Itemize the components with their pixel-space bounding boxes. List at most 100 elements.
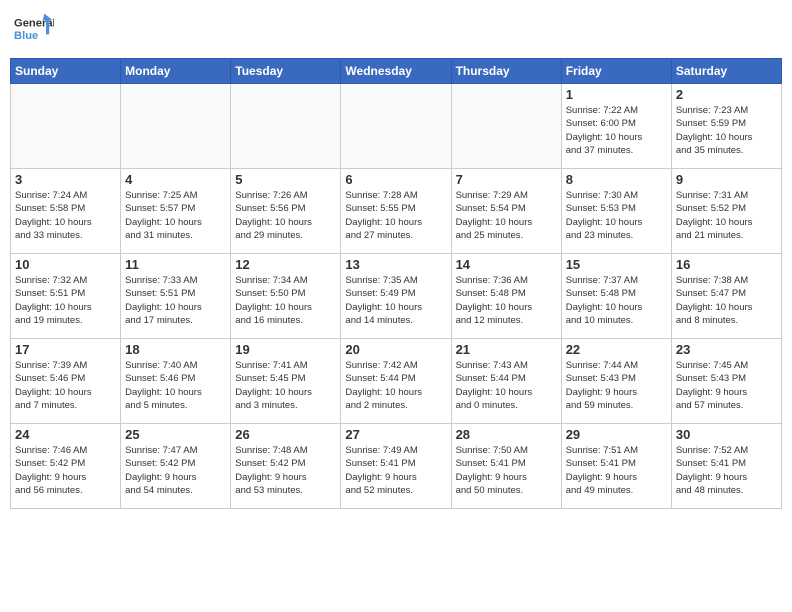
calendar-cell: 20 Sunrise: 7:42 AMSunset: 5:44 PMDayligh… bbox=[341, 339, 451, 424]
weekday-header-wednesday: Wednesday bbox=[341, 59, 451, 84]
day-number: 20 bbox=[345, 342, 446, 357]
day-info: Sunrise: 7:48 AMSunset: 5:42 PMDaylight:… bbox=[235, 444, 336, 497]
day-number: 15 bbox=[566, 257, 667, 272]
day-number: 26 bbox=[235, 427, 336, 442]
page-header: General Blue bbox=[10, 10, 782, 50]
day-info: Sunrise: 7:51 AMSunset: 5:41 PMDaylight:… bbox=[566, 444, 667, 497]
day-number: 7 bbox=[456, 172, 557, 187]
day-number: 27 bbox=[345, 427, 446, 442]
day-number: 6 bbox=[345, 172, 446, 187]
calendar-cell: 10Sunrise: 7:32 AMSunset: 5:51 PMDayligh… bbox=[11, 254, 121, 339]
day-info: Sunrise: 7:50 AMSunset: 5:41 PMDaylight:… bbox=[456, 444, 557, 497]
day-number: 3 bbox=[15, 172, 116, 187]
day-number: 13 bbox=[345, 257, 446, 272]
day-info: Sunrise: 7:28 AMSunset: 5:55 PMDaylight:… bbox=[345, 189, 446, 242]
day-info: Sunrise: 7:30 AMSunset: 5:53 PMDaylight:… bbox=[566, 189, 667, 242]
day-info: Sunrise: 7:29 AMSunset: 5:54 PMDaylight:… bbox=[456, 189, 557, 242]
calendar-cell: 22 Sunrise: 7:44 AMSunset: 5:43 PMDayligh… bbox=[561, 339, 671, 424]
day-number: 23 bbox=[676, 342, 777, 357]
calendar-cell: 12 Sunrise: 7:34 AMSunset: 5:50 PMDayligh… bbox=[231, 254, 341, 339]
weekday-header-row: SundayMondayTuesdayWednesdayThursdayFrid… bbox=[11, 59, 782, 84]
calendar-cell bbox=[231, 84, 341, 169]
day-number: 22 bbox=[566, 342, 667, 357]
day-number: 5 bbox=[235, 172, 336, 187]
calendar-cell: 27 Sunrise: 7:49 AMSunset: 5:41 PMDayligh… bbox=[341, 424, 451, 509]
day-number: 14 bbox=[456, 257, 557, 272]
day-info: Sunrise: 7:24 AMSunset: 5:58 PMDaylight:… bbox=[15, 189, 116, 242]
calendar-cell: 30Sunrise: 7:52 AMSunset: 5:41 PMDayligh… bbox=[671, 424, 781, 509]
day-info: Sunrise: 7:41 AMSunset: 5:45 PMDaylight:… bbox=[235, 359, 336, 412]
calendar-cell: 2 Sunrise: 7:23 AMSunset: 5:59 PMDaylight… bbox=[671, 84, 781, 169]
day-info: Sunrise: 7:26 AMSunset: 5:56 PMDaylight:… bbox=[235, 189, 336, 242]
day-number: 17 bbox=[15, 342, 116, 357]
day-info: Sunrise: 7:37 AMSunset: 5:48 PMDaylight:… bbox=[566, 274, 667, 327]
calendar-cell bbox=[121, 84, 231, 169]
day-number: 16 bbox=[676, 257, 777, 272]
logo: General Blue bbox=[14, 10, 54, 50]
calendar-cell: 16Sunrise: 7:38 AMSunset: 5:47 PMDayligh… bbox=[671, 254, 781, 339]
day-number: 12 bbox=[235, 257, 336, 272]
calendar-cell: 26 Sunrise: 7:48 AMSunset: 5:42 PMDayligh… bbox=[231, 424, 341, 509]
day-number: 25 bbox=[125, 427, 226, 442]
logo-svg: General Blue bbox=[14, 10, 54, 50]
day-info: Sunrise: 7:34 AMSunset: 5:50 PMDaylight:… bbox=[235, 274, 336, 327]
day-number: 2 bbox=[676, 87, 777, 102]
day-number: 18 bbox=[125, 342, 226, 357]
day-info: Sunrise: 7:23 AMSunset: 5:59 PMDaylight:… bbox=[676, 104, 777, 157]
calendar-cell: 24Sunrise: 7:46 AMSunset: 5:42 PMDayligh… bbox=[11, 424, 121, 509]
calendar-cell: 29 Sunrise: 7:51 AMSunset: 5:41 PMDayligh… bbox=[561, 424, 671, 509]
calendar-cell: 5 Sunrise: 7:26 AMSunset: 5:56 PMDaylight… bbox=[231, 169, 341, 254]
day-info: Sunrise: 7:33 AMSunset: 5:51 PMDaylight:… bbox=[125, 274, 226, 327]
calendar-cell: 25 Sunrise: 7:47 AMSunset: 5:42 PMDayligh… bbox=[121, 424, 231, 509]
calendar-cell: 15 Sunrise: 7:37 AMSunset: 5:48 PMDayligh… bbox=[561, 254, 671, 339]
calendar-cell: 9 Sunrise: 7:31 AMSunset: 5:52 PMDaylight… bbox=[671, 169, 781, 254]
calendar-week-1: 1 Sunrise: 7:22 AMSunset: 6:00 PMDaylight… bbox=[11, 84, 782, 169]
day-info: Sunrise: 7:32 AMSunset: 5:51 PMDaylight:… bbox=[15, 274, 116, 327]
day-number: 4 bbox=[125, 172, 226, 187]
day-info: Sunrise: 7:47 AMSunset: 5:42 PMDaylight:… bbox=[125, 444, 226, 497]
svg-text:Blue: Blue bbox=[14, 30, 38, 42]
day-number: 21 bbox=[456, 342, 557, 357]
calendar-cell: 19 Sunrise: 7:41 AMSunset: 5:45 PMDayligh… bbox=[231, 339, 341, 424]
calendar-cell bbox=[451, 84, 561, 169]
weekday-header-monday: Monday bbox=[121, 59, 231, 84]
calendar-cell: 4Sunrise: 7:25 AMSunset: 5:57 PMDaylight… bbox=[121, 169, 231, 254]
day-info: Sunrise: 7:44 AMSunset: 5:43 PMDaylight:… bbox=[566, 359, 667, 412]
calendar-cell: 13 Sunrise: 7:35 AMSunset: 5:49 PMDayligh… bbox=[341, 254, 451, 339]
day-info: Sunrise: 7:45 AMSunset: 5:43 PMDaylight:… bbox=[676, 359, 777, 412]
day-info: Sunrise: 7:22 AMSunset: 6:00 PMDaylight:… bbox=[566, 104, 667, 157]
day-info: Sunrise: 7:52 AMSunset: 5:41 PMDaylight:… bbox=[676, 444, 777, 497]
calendar-week-2: 3 Sunrise: 7:24 AMSunset: 5:58 PMDaylight… bbox=[11, 169, 782, 254]
calendar-cell: 3 Sunrise: 7:24 AMSunset: 5:58 PMDaylight… bbox=[11, 169, 121, 254]
calendar-cell: 28 Sunrise: 7:50 AMSunset: 5:41 PMDayligh… bbox=[451, 424, 561, 509]
calendar-cell: 14 Sunrise: 7:36 AMSunset: 5:48 PMDayligh… bbox=[451, 254, 561, 339]
calendar-week-5: 24Sunrise: 7:46 AMSunset: 5:42 PMDayligh… bbox=[11, 424, 782, 509]
day-number: 8 bbox=[566, 172, 667, 187]
calendar-cell: 6 Sunrise: 7:28 AMSunset: 5:55 PMDaylight… bbox=[341, 169, 451, 254]
day-info: Sunrise: 7:42 AMSunset: 5:44 PMDaylight:… bbox=[345, 359, 446, 412]
calendar-cell: 23 Sunrise: 7:45 AMSunset: 5:43 PMDayligh… bbox=[671, 339, 781, 424]
calendar-cell: 8 Sunrise: 7:30 AMSunset: 5:53 PMDaylight… bbox=[561, 169, 671, 254]
day-number: 29 bbox=[566, 427, 667, 442]
calendar-table: SundayMondayTuesdayWednesdayThursdayFrid… bbox=[10, 58, 782, 509]
calendar-week-4: 17Sunrise: 7:39 AMSunset: 5:46 PMDayligh… bbox=[11, 339, 782, 424]
day-number: 28 bbox=[456, 427, 557, 442]
day-info: Sunrise: 7:35 AMSunset: 5:49 PMDaylight:… bbox=[345, 274, 446, 327]
calendar-cell: 7 Sunrise: 7:29 AMSunset: 5:54 PMDaylight… bbox=[451, 169, 561, 254]
calendar-cell: 21Sunrise: 7:43 AMSunset: 5:44 PMDayligh… bbox=[451, 339, 561, 424]
day-info: Sunrise: 7:49 AMSunset: 5:41 PMDaylight:… bbox=[345, 444, 446, 497]
calendar-cell: 11 Sunrise: 7:33 AMSunset: 5:51 PMDayligh… bbox=[121, 254, 231, 339]
day-number: 9 bbox=[676, 172, 777, 187]
day-number: 11 bbox=[125, 257, 226, 272]
day-info: Sunrise: 7:31 AMSunset: 5:52 PMDaylight:… bbox=[676, 189, 777, 242]
calendar-cell: 18Sunrise: 7:40 AMSunset: 5:46 PMDayligh… bbox=[121, 339, 231, 424]
weekday-header-saturday: Saturday bbox=[671, 59, 781, 84]
day-number: 19 bbox=[235, 342, 336, 357]
calendar-week-3: 10Sunrise: 7:32 AMSunset: 5:51 PMDayligh… bbox=[11, 254, 782, 339]
day-number: 1 bbox=[566, 87, 667, 102]
day-info: Sunrise: 7:46 AMSunset: 5:42 PMDaylight:… bbox=[15, 444, 116, 497]
weekday-header-thursday: Thursday bbox=[451, 59, 561, 84]
calendar-cell: 17Sunrise: 7:39 AMSunset: 5:46 PMDayligh… bbox=[11, 339, 121, 424]
calendar-cell bbox=[11, 84, 121, 169]
day-info: Sunrise: 7:36 AMSunset: 5:48 PMDaylight:… bbox=[456, 274, 557, 327]
